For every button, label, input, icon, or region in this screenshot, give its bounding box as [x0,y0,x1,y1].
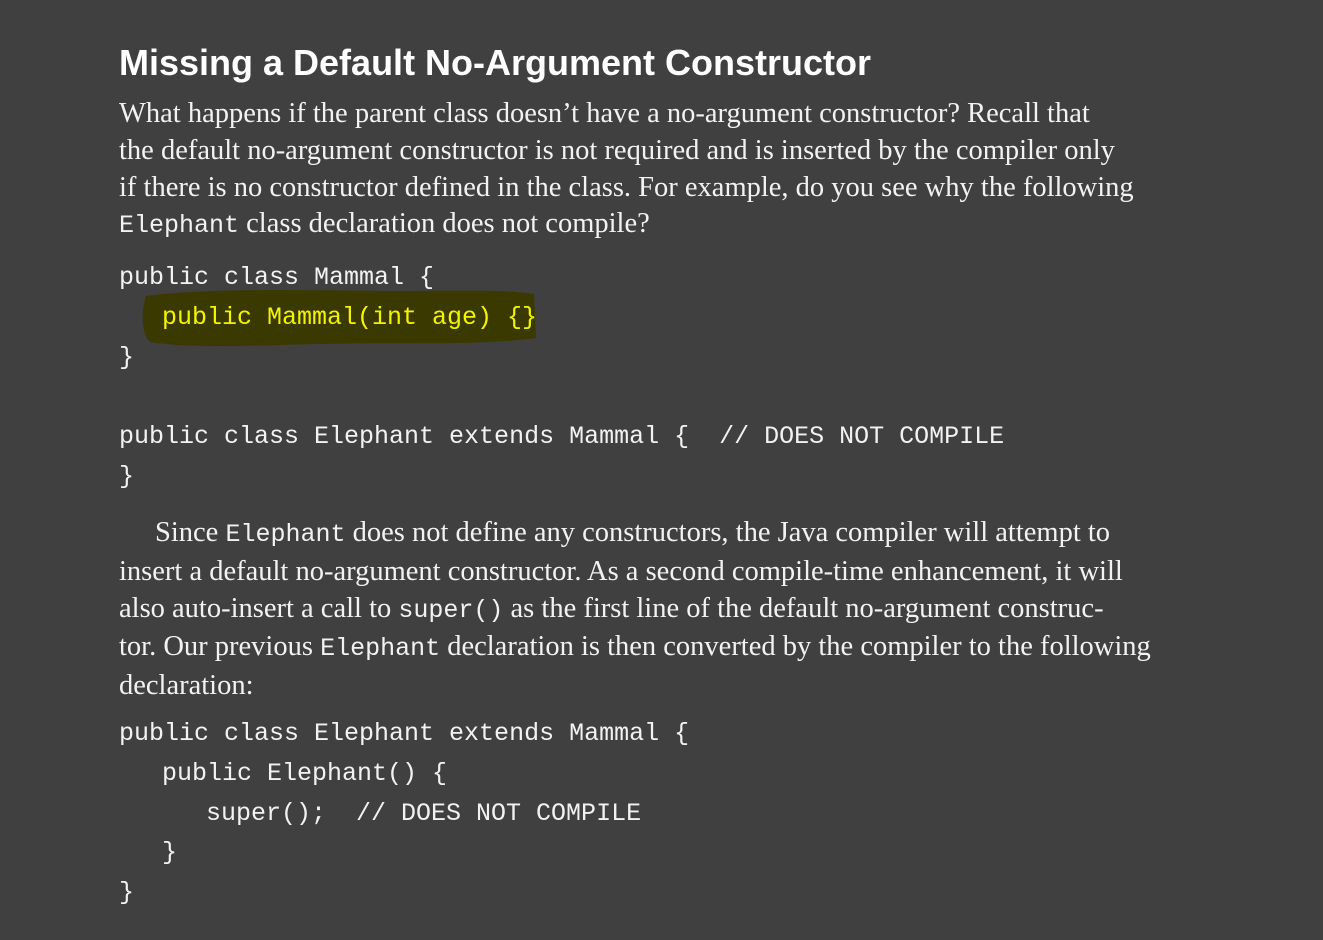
text-run: does not define any constructors, the Ja… [345,517,1111,548]
code-line-highlighted: public Mammal(int age) {} [119,289,1004,346]
inline-code-elephant: Elephant [225,520,346,549]
explanation-line-3: also auto-insert a call to super() as th… [119,591,1151,630]
text-run: also auto-insert a call to [119,592,399,624]
intro-line-4: Elephant class declaration does not comp… [119,206,1134,245]
highlighted-constructor: public Mammal(int age) {} [162,302,538,332]
code-line: public class Mammal { [119,263,435,292]
code-line: } [119,461,135,491]
highlight-marker: public Mammal(int age) {} [142,289,538,346]
explanation-line-2: insert a default no-argument constructor… [119,555,1123,587]
inline-code-elephant: Elephant [320,634,441,664]
explanation-line-4: tor. Our previous Elephant declaration i… [119,629,1151,668]
code-block-mammal: public class Mammal { public Mammal(int … [119,258,1004,497]
text-run: declaration is then converted by the com… [440,631,1151,663]
intro-line-3: if there is no constructor defined in th… [119,171,1134,203]
explanation-line-5: declaration: [119,670,254,702]
intro-line-2: the default no-argument constructor is n… [119,134,1115,166]
code-line: } [162,838,178,868]
intro-paragraph: What happens if the parent class doesn’t… [119,96,1134,245]
text-run: as the first line of the default no-argu… [503,592,1104,624]
inline-code-super: super() [398,595,504,625]
code-line: } [119,342,135,372]
code-line: public class Elephant extends Mammal { /… [119,422,1005,452]
explanation-paragraph: Since Elephant does not define any const… [119,515,1151,705]
document-page: Missing a Default No-Argument Constructo… [0,0,1323,940]
text-run: Since [155,517,226,548]
section-heading: Missing a Default No-Argument Constructo… [119,42,872,83]
code-line: super(); // DOES NOT COMPILE [206,798,642,828]
code-line: public Elephant() { [162,758,448,788]
intro-line-1: What happens if the parent class doesn’t… [119,98,1090,129]
explanation-line-1: Since Elephant does not define any const… [119,515,1151,554]
code-block-elephant: public class Elephant extends Mammal { p… [119,714,689,913]
intro-line-4-text: class declaration does not compile? [239,208,650,240]
text-run: tor. Our previous [119,631,321,663]
code-line: public class Elephant extends Mammal { [119,719,690,748]
inline-code-elephant: Elephant [119,211,240,241]
code-line: } [119,878,135,908]
